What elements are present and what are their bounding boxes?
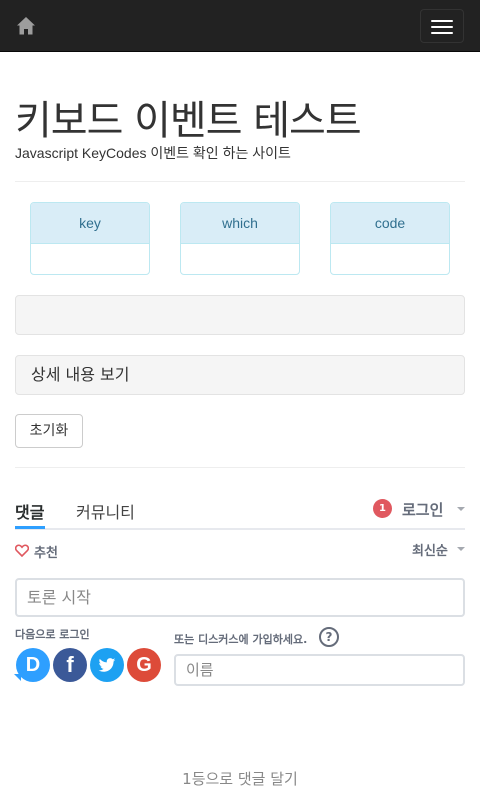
key-panel-which: which — [180, 202, 300, 275]
name-field[interactable]: 이름 — [174, 654, 465, 686]
key-panel-code: code — [330, 202, 450, 275]
comment-input[interactable]: 토론 시작 — [15, 578, 465, 617]
divider — [15, 181, 465, 182]
login-menu-button[interactable]: 로그인 — [402, 499, 443, 520]
key-panel-value — [31, 244, 149, 274]
reset-button[interactable]: 초기화 — [15, 414, 83, 448]
key-panel-label: which — [181, 203, 299, 244]
page-subtitle: Javascript KeyCodes 이벤트 확인 하는 사이트 — [15, 145, 291, 161]
chevron-down-icon — [457, 547, 465, 551]
hamburger-icon — [431, 20, 453, 22]
detail-toggle-button[interactable]: 상세 내용 보기 — [15, 355, 465, 395]
tabs-divider — [15, 528, 465, 530]
sort-dropdown[interactable]: 최신순 — [412, 540, 448, 559]
notification-badge[interactable]: 1 — [373, 499, 392, 518]
divider — [15, 467, 465, 468]
page-title: 키보드 이벤트 테스트 — [15, 98, 362, 144]
tab-community[interactable]: 커뮤니티 — [76, 499, 135, 523]
active-tab-indicator — [15, 526, 45, 529]
heart-icon[interactable] — [15, 544, 29, 557]
disqus-logo-tail — [14, 674, 21, 681]
key-panel-value — [181, 244, 299, 274]
tab-comments[interactable]: 댓글 — [15, 499, 44, 523]
login-with-label: 다음으로 로그인 — [15, 628, 90, 641]
disqus-login-button[interactable]: D — [16, 648, 50, 682]
key-panel-label: key — [31, 203, 149, 244]
facebook-login-button[interactable]: f — [53, 648, 87, 682]
twitter-login-button[interactable] — [90, 648, 124, 682]
menu-toggle-button[interactable] — [420, 9, 464, 43]
key-panel-value — [331, 244, 449, 274]
signup-label: 또는 디스커스에 가입하세요. — [174, 633, 308, 646]
key-panel-label: code — [331, 203, 449, 244]
result-display — [15, 295, 465, 335]
key-panel-key: key — [30, 202, 150, 275]
chevron-down-icon — [457, 507, 465, 511]
first-comment-message: 1등으로 댓글 달기 — [182, 770, 298, 788]
recommend-button[interactable]: 추천 — [34, 542, 58, 561]
google-login-button[interactable]: G — [127, 648, 161, 682]
help-icon[interactable]: ? — [319, 627, 339, 647]
hamburger-icon — [431, 32, 453, 34]
hamburger-icon — [431, 26, 453, 28]
twitter-bird-icon — [98, 658, 116, 672]
home-icon[interactable] — [15, 15, 37, 37]
navbar — [0, 0, 480, 52]
